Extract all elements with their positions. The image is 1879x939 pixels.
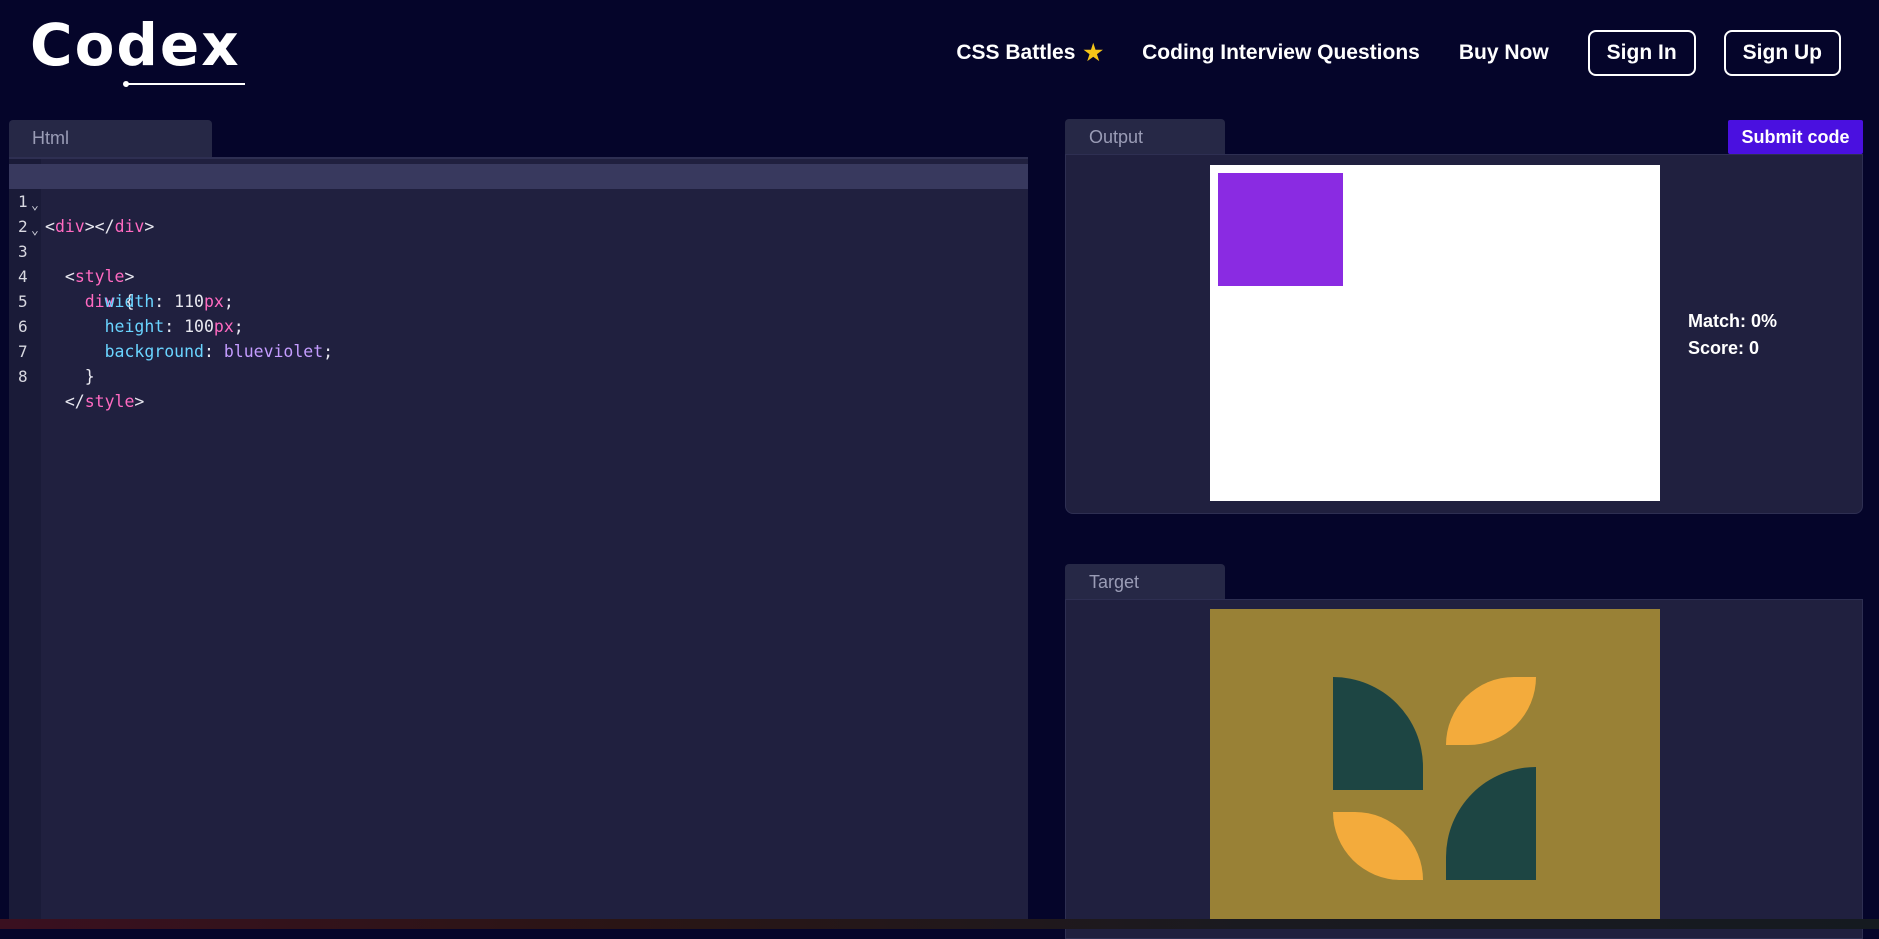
match-percent: Match: 0% <box>1688 311 1778 331</box>
submit-code-button[interactable]: Submit code <box>1728 120 1863 154</box>
target-leaves-graphic <box>1333 677 1536 880</box>
code-line[interactable]: 6 background: blueviolet; <box>9 289 1028 361</box>
code-line[interactable]: 5 height: 100px; <box>9 264 1028 336</box>
dark-leaf-bottom-right <box>1446 767 1536 880</box>
codex-logo[interactable]: Codex <box>30 14 255 89</box>
code-editor[interactable]: 1 <div></div> 2 ⌄ <style> 3 ⌄ div { 4 wi… <box>9 157 1028 929</box>
nav-buy-now[interactable]: Buy Now <box>1459 41 1549 65</box>
sign-in-button[interactable]: Sign In <box>1587 30 1696 76</box>
top-nav: CSS Battles ★ Coding Interview Questions… <box>956 30 1841 76</box>
tab-html[interactable]: Html <box>9 120 212 157</box>
nav-css-battles[interactable]: CSS Battles ★ <box>956 40 1103 66</box>
light-leaf-bottom-left <box>1333 812 1423 880</box>
nav-coding-interview-questions[interactable]: Coding Interview Questions <box>1142 41 1420 65</box>
match-stats: Match: 0% Score: 0 <box>1688 308 1777 362</box>
target-preview <box>1210 609 1660 919</box>
code-line[interactable]: 7 } <box>9 314 1028 386</box>
score-value: Score: 0 <box>1688 338 1760 358</box>
dark-leaf-top-left <box>1333 677 1423 790</box>
tab-target[interactable]: Target <box>1065 564 1225 600</box>
output-div-box <box>1218 173 1343 286</box>
tab-output[interactable]: Output <box>1065 119 1225 155</box>
code-text: </style> <box>64 392 145 411</box>
code-line[interactable]: 1 <div></div> <box>9 164 1028 236</box>
bottom-edge <box>0 919 1879 929</box>
star-icon: ★ <box>1083 40 1104 65</box>
sign-up-button[interactable]: Sign Up <box>1723 30 1841 76</box>
logo-underline-graphic <box>123 81 245 87</box>
code-text: } <box>84 367 95 386</box>
light-leaf-top-right <box>1446 677 1536 745</box>
output-preview <box>1210 165 1660 501</box>
nav-css-battles-label: CSS Battles <box>956 41 1076 64</box>
line-number: 8 <box>18 367 28 386</box>
code-line[interactable]: 4 width: 110px; <box>9 239 1028 311</box>
code-line[interactable]: 2 ⌄ <style> <box>9 189 1028 286</box>
code-line[interactable]: 3 ⌄ div { <box>9 214 1028 311</box>
code-line[interactable]: 8 </style> <box>9 339 1028 411</box>
